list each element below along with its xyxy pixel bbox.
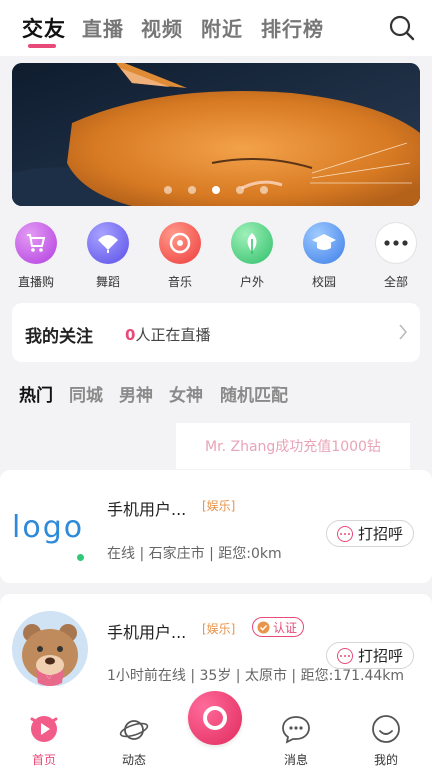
tab-friends[interactable]: 交友 [22,13,66,43]
smile-icon [336,647,353,664]
subtab-hot[interactable]: 热门 [19,381,53,406]
user-meta: 在线 | 石家庄市 | 距您:0km [107,546,282,562]
nav-label: 我的 [373,753,398,767]
disc-icon [159,222,201,264]
greet-label: 打招呼 [357,526,403,543]
category-music[interactable]: 音乐 [150,222,210,290]
category-label: 直播购 [17,275,54,289]
chat-bubble-icon [282,716,310,744]
chevron-right-icon [399,324,408,340]
center-camera-button[interactable] [188,691,242,745]
bottom-nav: 首页 动态 消息 我的 [0,686,432,768]
category-label: 校园 [311,275,336,289]
top-tab-bar: 交友 直播 视频 附近 排行榜 [0,0,432,56]
subtab-female-idol[interactable]: 女神 [169,381,203,406]
nav-profile[interactable]: 我的 [356,713,416,768]
carousel-dot[interactable] [260,186,268,194]
category-label: 全部 [383,275,408,289]
search-icon[interactable] [388,14,416,42]
recharge-ticker: Mr. Zhang成功充值1000钻 [176,423,410,469]
subtab-same-city[interactable]: 同城 [69,381,103,406]
tab-live[interactable]: 直播 [82,13,124,42]
nav-moments[interactable]: 动态 [104,713,164,768]
carousel-dot[interactable] [164,186,172,194]
user-card[interactable]: logo 手机用户... [娱乐] 打招呼 在线 | 石家庄市 | 距您:0km [0,470,432,583]
home-play-icon [30,716,58,742]
carousel-dot-active[interactable] [212,186,220,194]
svg-text:♡: ♡ [46,673,52,681]
tab-nearby[interactable]: 附近 [201,13,243,42]
nav-home[interactable]: 首页 [14,713,74,768]
greet-label: 打招呼 [357,648,403,665]
greet-button[interactable]: 打招呼 [326,520,414,547]
graduation-cap-icon [303,222,345,264]
nav-label: 消息 [283,753,308,767]
category-label: 音乐 [167,275,192,289]
smile-icon [336,525,353,542]
subtab-random-match[interactable]: 随机匹配 [220,381,288,406]
category-row: 直播购 舞蹈 音乐 户外 校园 全部 [0,222,432,294]
planet-icon [119,720,149,740]
category-dance[interactable]: 舞蹈 [78,222,138,290]
category-live-shopping[interactable]: 直播购 [6,222,66,290]
verified-badge: 认证 [252,617,305,637]
online-status-dot [77,554,84,561]
category-label: 舞蹈 [95,275,120,289]
user-tag: [娱乐] [202,622,236,636]
camera-ring-icon [203,706,227,730]
carousel-dot[interactable] [188,186,196,194]
more-dots-icon [375,222,417,264]
leaf-icon [231,222,273,264]
live-now-text: 0人正在直播 [125,326,211,344]
category-campus[interactable]: 校园 [294,222,354,290]
cart-icon [15,222,57,264]
category-outdoor[interactable]: 户外 [222,222,282,290]
nav-label: 首页 [31,753,56,767]
user-name: 手机用户... [107,500,187,519]
user-meta: 1小时前在线 | 35岁 | 太原市 | 距您:171.44km [107,668,405,684]
avatar[interactable]: logo [12,510,88,545]
subtab-male-idol[interactable]: 男神 [119,381,153,406]
category-all[interactable]: 全部 [366,222,426,290]
user-tag: [娱乐] [202,499,236,513]
user-name: 手机用户... [107,623,187,642]
my-follows-card[interactable]: 我的关注 0人正在直播 [12,303,420,362]
badge-label: 认证 [273,620,298,635]
tab-video[interactable]: 视频 [141,13,183,42]
follows-title: 我的关注 [25,327,93,347]
carousel-dot[interactable] [236,186,244,194]
nav-messages[interactable]: 消息 [266,713,326,768]
category-label: 户外 [239,275,264,289]
fan-icon [87,222,129,264]
avatar[interactable]: ♡ [12,611,88,687]
banner-cat-image [12,63,420,206]
tab-ranking[interactable]: 排行榜 [261,13,324,42]
nav-label: 动态 [121,753,146,767]
carousel-dots [12,186,420,194]
active-tab-indicator [28,44,56,48]
banner-carousel[interactable] [12,63,420,206]
verified-icon [257,621,270,633]
smiley-face-icon [372,715,400,743]
